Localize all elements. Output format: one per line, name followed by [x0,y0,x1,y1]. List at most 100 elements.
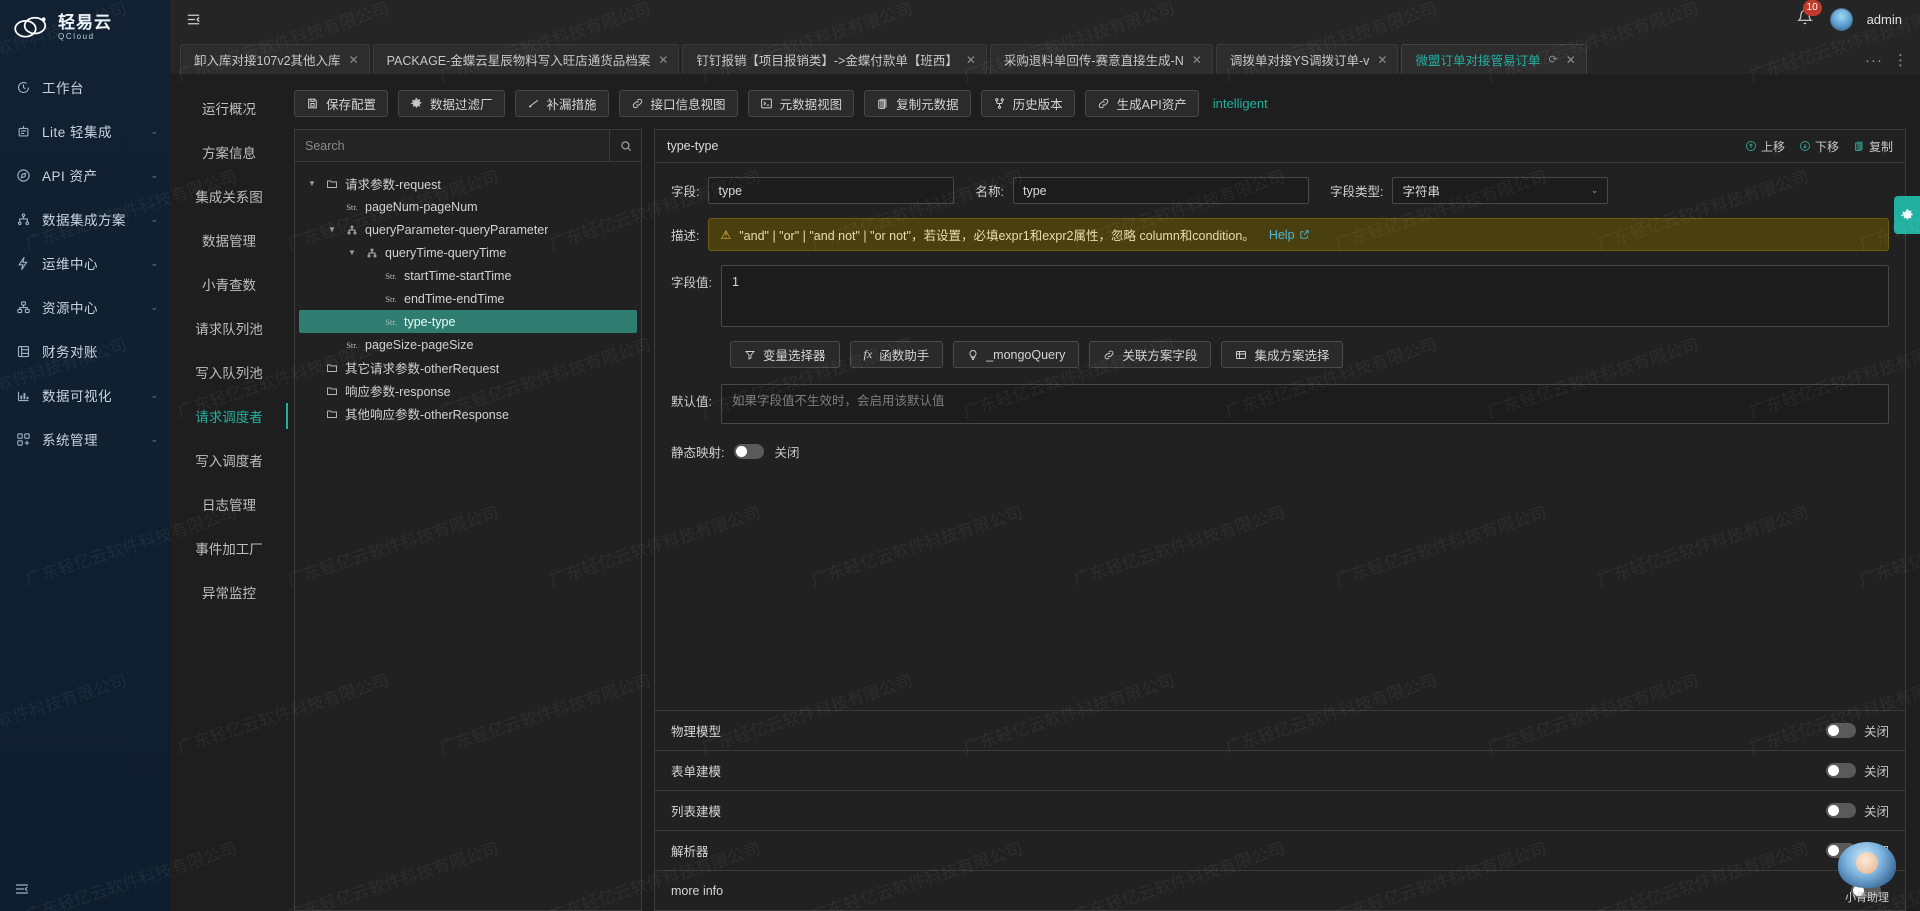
assistant-widget[interactable]: 小青助理 [1828,842,1906,905]
data-filter-button[interactable]: 数据过滤厂 [398,90,505,117]
close-icon[interactable]: ✕ [658,54,668,66]
function-helper-chip[interactable]: fx 函数助手 [849,341,944,368]
section-toggle[interactable] [1825,723,1856,738]
integration-plan-select-chip[interactable]: 集成方案选择 [1221,341,1344,368]
sidebar-item-lite[interactable]: Lite 轻集成 ⌄ [0,109,170,153]
metadata-view-button[interactable]: 元数据视图 [747,90,855,117]
section-toggle[interactable] [1825,803,1856,818]
related-plan-field-chip[interactable]: 关联方案字段 [1089,341,1212,368]
copy-metadata-button[interactable]: 复制元数据 [864,90,971,117]
generate-api-asset-button[interactable]: 生成API资产 [1084,90,1199,117]
tab-4[interactable]: 调拨单对接YS调拨订单-v ✕ [1215,44,1399,74]
tree-node-otherrequest[interactable]: 其它请求参数-otherRequest [299,356,637,379]
tab-0[interactable]: 卸入库对接107v2其他入库 ✕ [180,44,370,74]
sidebar-item-api-assets[interactable]: API 资产 ⌄ [0,153,170,197]
tree-node-pagesize[interactable]: Str. pageSize-pageSize [299,333,637,356]
avatar[interactable] [1829,7,1853,31]
sidebar-item-visualization[interactable]: 数据可视化 ⌄ [0,373,170,417]
tree-node-queryparameter[interactable]: ▼ queryParameter-queryParameter [299,218,637,241]
move-up-button[interactable]: 上移 [1745,138,1785,155]
sidebar-item-workbench[interactable]: 工作台 [0,65,170,109]
value-label: 字段值: [671,276,712,290]
section-more-info[interactable]: more info [655,870,1905,910]
section-form-model[interactable]: 表单建模 关闭 [655,750,1905,790]
sidebar-item-finance[interactable]: 财务对账 [0,329,170,373]
section-list-model[interactable]: 列表建模 关闭 [655,790,1905,830]
name-input[interactable] [1012,177,1309,204]
subnav-item-plan-info[interactable]: 方案信息 [170,130,288,174]
subnav-item-query[interactable]: 小青查数 [170,262,288,306]
close-icon[interactable]: ✕ [966,54,976,66]
variable-selector-chip[interactable]: 变量选择器 [730,341,840,368]
history-version-button[interactable]: 历史版本 [980,90,1075,117]
sidebar-collapse-button[interactable] [0,871,170,911]
more-vertical-icon[interactable]: ⋮ [1893,51,1908,69]
static-mapping-toggle[interactable] [734,444,765,459]
subnav-item-request-scheduler[interactable]: 请求调度者 [170,394,288,438]
patch-measures-button[interactable]: 补漏措施 [514,90,609,117]
intelligent-link[interactable]: intelligent [1213,96,1268,111]
subnav-item-overview[interactable]: 运行概况 [170,86,288,130]
sidebar-item-data-integration[interactable]: 数据集成方案 ⌄ [0,197,170,241]
field-value-textarea[interactable] [720,265,1889,327]
default-value-textarea[interactable] [720,384,1889,424]
close-icon[interactable]: ✕ [1566,54,1576,66]
tab-label: 采购退料单回传-赛意直接生成-N [1003,54,1184,68]
subnav-label: 运行概况 [202,102,256,117]
close-icon[interactable]: ✕ [349,54,359,66]
secondary-nav: 运行概况 方案信息 集成关系图 数据管理 小青查数 请求队列池 写入队列池 请求… [170,74,288,911]
subnav-item-data-management[interactable]: 数据管理 [170,218,288,262]
more-horizontal-icon[interactable]: ··· [1865,52,1883,69]
field-type-select[interactable]: 字符串 ⌄ [1392,177,1609,204]
subnav-item-log-management[interactable]: 日志管理 [170,482,288,526]
save-config-button[interactable]: 保存配置 [294,90,389,117]
tree-node-pagenum[interactable]: Str. pageNum-pageNum [299,195,637,218]
caret-down-icon[interactable]: ▼ [305,179,319,188]
help-link[interactable]: Help [1269,228,1310,242]
parameter-tree: ▼ 请求参数-request Str. pageNum-pageNum ▼ qu… [295,162,641,910]
subnav-item-relation-graph[interactable]: 集成关系图 [170,174,288,218]
tab-5[interactable]: 微盟订单对接管易订单 ⟳ ✕ [1401,44,1587,74]
settings-drawer-button[interactable] [1894,196,1920,234]
chip-label: _mongoQuery [986,347,1066,362]
subnav-item-request-queue[interactable]: 请求队列池 [170,306,288,350]
search-input[interactable] [295,130,609,161]
brand-logo[interactable]: 轻易云 QCloud [0,0,170,55]
reload-icon[interactable]: ⟳ [1549,53,1558,66]
subnav-item-write-queue[interactable]: 写入队列池 [170,350,288,394]
panel-collapse-icon[interactable] [180,7,206,31]
sidebar-item-ops-center[interactable]: 运维中心 ⌄ [0,241,170,285]
sidebar-item-resource-center[interactable]: 资源中心 ⌄ [0,285,170,329]
tab-label: PACKAGE-金蝶云星辰物料写入旺店通货品档案 [386,54,651,68]
value-helper-chips: 变量选择器 fx 函数助手 _mongoQuery 关联方案字段 集成方案选择 [671,341,1889,368]
section-parser[interactable]: 解析器 关闭 [655,830,1905,870]
field-input[interactable] [708,177,955,204]
caret-down-icon[interactable]: ▼ [325,225,339,234]
tree-node-querytime[interactable]: ▼ queryTime-queryTime [299,241,637,264]
subnav-item-write-scheduler[interactable]: 写入调度者 [170,438,288,482]
search-button[interactable] [609,130,641,161]
tree-node-type[interactable]: Str. type-type [299,310,637,333]
tab-3[interactable]: 采购退料单回传-赛意直接生成-N ✕ [989,44,1213,74]
tree-node-starttime[interactable]: Str. startTime-startTime [299,264,637,287]
sidebar-item-system-management[interactable]: 系统管理 ⌄ [0,417,170,461]
tab-1[interactable]: PACKAGE-金蝶云星辰物料写入旺店通货品档案 ✕ [372,44,680,74]
notifications-button[interactable]: 10 [1794,0,1822,30]
mongo-query-chip[interactable]: _mongoQuery [953,341,1080,368]
interface-info-view-button[interactable]: 接口信息视图 [618,90,738,117]
tree-node-otherresponse[interactable]: 其他响应参数-otherResponse [299,402,637,425]
move-down-button[interactable]: 下移 [1799,138,1839,155]
close-icon[interactable]: ✕ [1377,54,1387,66]
caret-down-icon[interactable]: ▼ [345,248,359,257]
tree-node-response[interactable]: 响应参数-response [299,379,637,402]
copy-field-button[interactable]: 复制 [1853,138,1893,155]
tree-node-request[interactable]: ▼ 请求参数-request [299,172,637,195]
subnav-label: 日志管理 [202,498,256,513]
tab-2[interactable]: 钉钉报销【项目报销类】->金蝶付款单【班西】 ✕ [682,44,987,74]
section-toggle[interactable] [1825,763,1856,778]
close-icon[interactable]: ✕ [1192,54,1202,66]
subnav-item-exception-monitor[interactable]: 异常监控 [170,570,288,614]
tree-node-endtime[interactable]: Str. endTime-endTime [299,287,637,310]
subnav-item-event-factory[interactable]: 事件加工厂 [170,526,288,570]
section-physical-model[interactable]: 物理模型 关闭 [655,710,1905,750]
